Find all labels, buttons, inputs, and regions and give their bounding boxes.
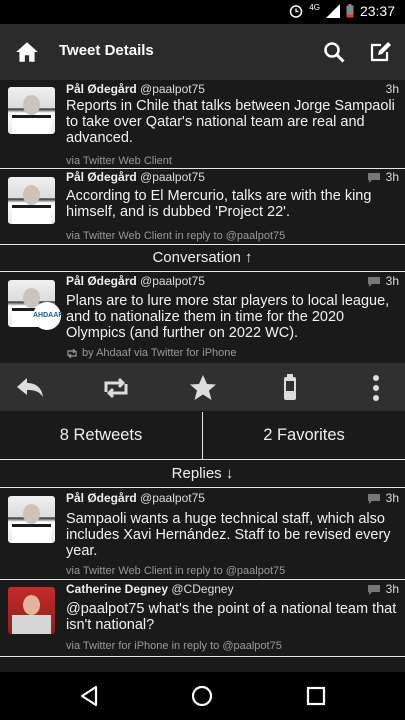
tweet-source: via Twitter Web Client in reply to @paal…	[66, 230, 286, 242]
avatar[interactable]	[8, 87, 55, 134]
compose-icon[interactable]	[369, 40, 393, 64]
tweet-time: 3h	[385, 274, 399, 288]
tweet-meta: Pål Ødegård @paalpot75	[66, 170, 205, 184]
list-item[interactable]: Pål Ødegård @paalpot75 3h Sampaoli wants…	[0, 488, 405, 580]
tweet-time: 3h	[385, 170, 399, 184]
home-icon[interactable]	[14, 39, 40, 65]
tweet-stats: 8 Retweets 2 Favorites	[0, 412, 405, 460]
clock: 23:37	[359, 3, 395, 19]
network-type: 4G	[309, 2, 320, 12]
retweeter-avatar: AHDAAF	[33, 302, 63, 330]
tweet-text: Sampaoli wants a huge technical staff, w…	[66, 511, 391, 559]
alarm-icon	[290, 5, 303, 18]
retweet-small-icon	[67, 348, 77, 358]
tweet-meta: Pål Ødegård @paalpot75	[66, 82, 205, 96]
back-icon[interactable]	[77, 684, 101, 708]
tweet-source: via Twitter Web Client in reply to @paal…	[66, 565, 286, 577]
author-name: Catherine Degney	[66, 582, 169, 596]
author-name: Pål Ødegård	[66, 82, 137, 96]
reply-icon	[368, 494, 380, 504]
tweet-time: 3h	[385, 82, 399, 96]
tweet-source: via Twitter for iPhone in reply to @paal…	[66, 640, 282, 652]
tweet-time: 3h	[385, 582, 399, 596]
tweet-meta: Pål Ødegård @paalpot75	[66, 491, 205, 505]
tweet-text: According to El Mercurio, talks are with…	[66, 188, 372, 220]
tweet-text: Reports in Chile that talks between Jorg…	[66, 98, 395, 146]
reply-icon	[368, 173, 380, 183]
main-tweet[interactable]: AHDAAF Pål Ødegård @paalpot75 3h Plans a…	[0, 272, 405, 361]
tweet-source: via Twitter Web Client	[66, 155, 172, 167]
author-handle: @paalpot75	[140, 274, 205, 288]
reply-icon	[368, 277, 380, 287]
conversation-header[interactable]: Conversation ↑	[0, 245, 405, 272]
replies-header[interactable]: Replies ↓	[0, 461, 405, 488]
share-icon[interactable]	[275, 373, 305, 403]
author-handle: @CDegney	[171, 582, 234, 596]
list-item[interactable]: Pål Ødegård @paalpot75 3h Reports in Chi…	[0, 80, 405, 169]
recents-icon[interactable]	[304, 684, 328, 708]
app-bar: Tweet Details	[0, 24, 405, 80]
retweet-source: by Ahdaaf via Twitter for iPhone	[82, 347, 237, 359]
tweet-meta: Catherine Degney @CDegney	[66, 582, 234, 596]
author-handle: @paalpot75	[140, 491, 205, 505]
search-icon[interactable]	[322, 40, 346, 64]
avatar[interactable]	[8, 177, 55, 224]
list-item[interactable]: Pål Ødegård @paalpot75 3h According to E…	[0, 168, 405, 245]
navigation-bar	[0, 672, 405, 720]
author-name: Pål Ødegård	[66, 274, 137, 288]
tweet-actions	[0, 363, 405, 411]
retweets-count[interactable]: 8 Retweets	[0, 412, 202, 459]
tweet-content: Pål Ødegård @paalpot75 3h Reports in Chi…	[0, 80, 405, 672]
tweet-time: 3h	[385, 491, 399, 505]
avatar[interactable]	[8, 496, 55, 543]
overflow-menu-icon[interactable]	[361, 373, 391, 403]
retweet-info: by Ahdaaf via Twitter for iPhone	[66, 347, 237, 359]
favorite-icon[interactable]	[188, 373, 218, 403]
reply-icon	[368, 585, 380, 595]
author-handle: @paalpot75	[140, 82, 205, 96]
author-name: Pål Ødegård	[66, 491, 137, 505]
retweet-icon[interactable]	[101, 373, 131, 403]
status-bar: 4G 23:37	[0, 0, 405, 24]
reply-icon[interactable]	[14, 373, 44, 403]
list-item[interactable]: Catherine Degney @CDegney 3h @paalpot75 …	[0, 580, 405, 657]
author-name: Pål Ødegård	[66, 170, 137, 184]
page-title: Tweet Details	[59, 42, 154, 59]
tweet-text: @paalpot75 what's the point of a nationa…	[66, 601, 397, 633]
avatar[interactable]	[8, 587, 55, 634]
tweet-text: Plans are to lure more star players to l…	[66, 293, 390, 341]
signal-icon	[325, 4, 340, 18]
home-nav-icon[interactable]	[190, 684, 214, 708]
tweet-meta: Pål Ødegård @paalpot75	[66, 274, 205, 288]
battery-icon	[346, 4, 354, 18]
favorites-count[interactable]: 2 Favorites	[203, 412, 405, 459]
author-handle: @paalpot75	[140, 170, 205, 184]
